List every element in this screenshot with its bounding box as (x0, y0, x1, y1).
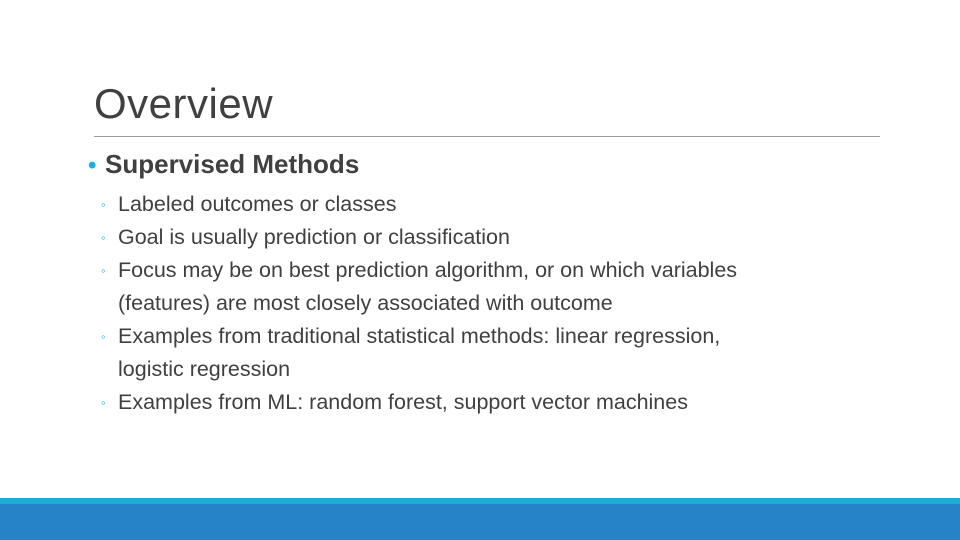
slide-title: Overview (94, 80, 274, 127)
bullet-list: ◦ Labeled outcomes or classes ◦ Goal is … (101, 188, 901, 419)
list-item: ◦ Labeled outcomes or classes (101, 188, 901, 221)
section-heading: • Supervised Methods (88, 149, 359, 180)
bullet-icon: • (88, 152, 97, 179)
sub-bullet-icon: ◦ (101, 197, 106, 212)
list-item-text: Goal is usually prediction or classifica… (118, 225, 510, 249)
list-item: ◦ Examples from ML: random forest, suppo… (101, 386, 901, 419)
list-item-text: Examples from ML: random forest, support… (118, 390, 688, 414)
list-item-text-continued: (features) are most closely associated w… (118, 291, 613, 315)
list-item: ◦ Goal is usually prediction or classifi… (101, 221, 901, 254)
section-heading-text: Supervised Methods (105, 149, 360, 179)
title-divider (94, 136, 880, 137)
list-item-text: Examples from traditional statistical me… (118, 324, 721, 348)
footer-band (0, 504, 960, 540)
sub-bullet-icon: ◦ (101, 230, 106, 245)
list-item-text-continued: logistic regression (118, 357, 291, 381)
list-item: ◦ Focus may be on best prediction algori… (101, 254, 901, 320)
sub-bullet-icon: ◦ (101, 329, 106, 344)
list-item: ◦ Examples from traditional statistical … (101, 320, 901, 386)
sub-bullet-icon: ◦ (101, 395, 106, 410)
sub-bullet-icon: ◦ (101, 263, 106, 278)
list-item-text: Focus may be on best prediction algorith… (118, 258, 738, 282)
list-item-text: Labeled outcomes or classes (118, 192, 397, 216)
